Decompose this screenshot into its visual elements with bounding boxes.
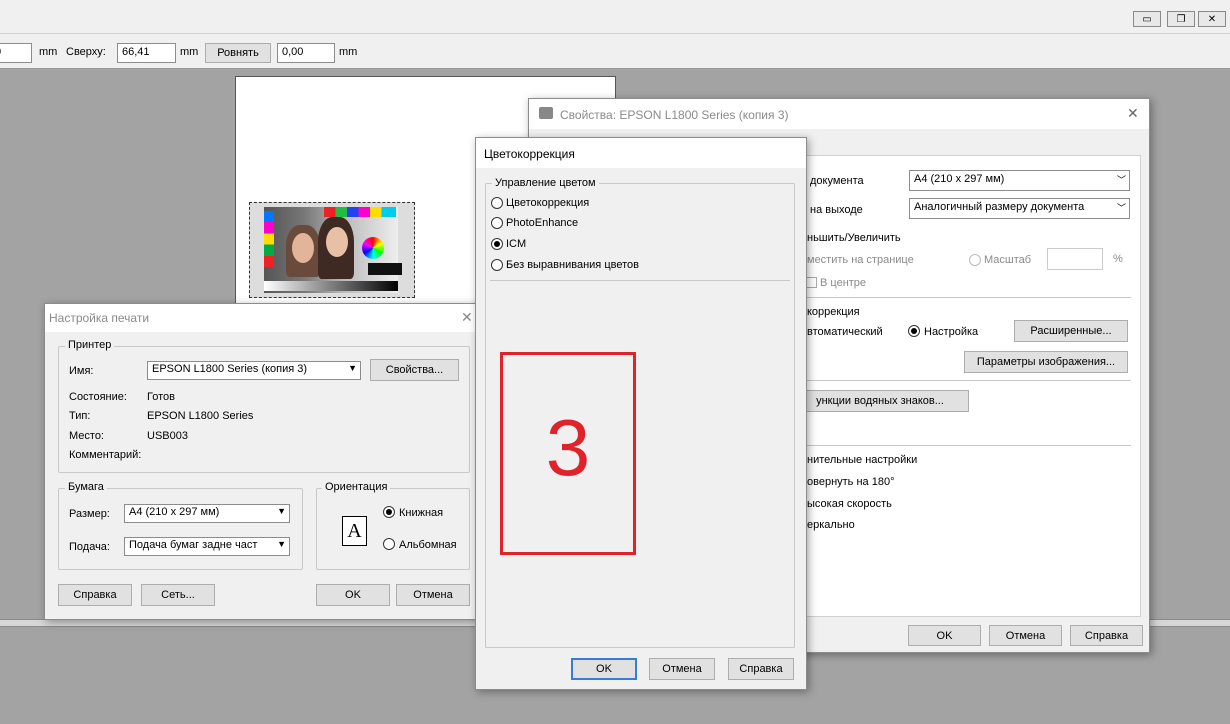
annotation-number: 3: [545, 403, 591, 492]
printer-group-title: Принтер: [65, 339, 115, 351]
output-size-select[interactable]: Аналогичный размеру документа ﹀: [909, 198, 1130, 219]
comment-label: Комментарий:: [69, 449, 142, 461]
advanced-button[interactable]: Расширенные...: [1014, 320, 1128, 342]
paper-group-title: Бумага: [65, 481, 107, 493]
printer-properties-button[interactable]: Свойства...: [370, 359, 459, 381]
portrait-label: Книжная: [399, 507, 444, 519]
image-params-button[interactable]: Параметры изображения...: [964, 351, 1128, 373]
landscape-label: Альбомная: [399, 539, 457, 551]
auto-option[interactable]: втоматический: [807, 326, 883, 338]
output-size-label: на выходе: [810, 204, 863, 216]
photoenhance-radio[interactable]: [491, 217, 503, 229]
cancel-button[interactable]: Отмена: [396, 584, 470, 606]
minimize-icon[interactable]: ▭: [1133, 11, 1161, 27]
option-label: Без выравнивания цветов: [506, 259, 639, 271]
size-label: Размер:: [69, 508, 110, 520]
top-offset-field[interactable]: 66,41: [117, 43, 176, 63]
unit-label: mm: [339, 46, 358, 58]
close-icon[interactable]: ✕: [461, 309, 473, 326]
center-checkbox[interactable]: [806, 277, 817, 288]
paper-source-select[interactable]: Подача бумаг задне част ▼: [124, 537, 290, 556]
help-button[interactable]: Справка: [728, 658, 794, 680]
print-setup-dialog: Настройка печати ✕ Принтер Имя: EPSON L1…: [44, 303, 480, 620]
color-correction-dialog: Цветокоррекция Управление цветом Цветоко…: [475, 137, 807, 690]
chevron-down-icon: ﹀: [1116, 203, 1126, 213]
unit-label: mm: [39, 46, 58, 58]
doc-size-select[interactable]: A4 (210 x 297 мм) ﹀: [909, 170, 1130, 191]
unit-label: mm: [180, 46, 199, 58]
scale-heading: ньшить/Увеличить: [807, 232, 901, 244]
properties-title: Свойства: EPSON L1800 Series (копия 3): [560, 108, 789, 122]
align-button[interactable]: Ровнять: [205, 43, 271, 63]
paper-size-select[interactable]: A4 (210 x 297 мм) ▼: [124, 504, 290, 523]
fit-page-option[interactable]: местить на странице: [807, 254, 914, 266]
option-label: PhotoEnhance: [506, 217, 579, 229]
location-label: Место:: [69, 430, 104, 442]
page-orientation-icon: A: [342, 516, 367, 546]
network-button[interactable]: Сеть...: [141, 584, 215, 606]
ok-button[interactable]: OK: [908, 625, 981, 646]
chevron-down-icon: ﹀: [1116, 175, 1126, 185]
no-color-adjust-radio[interactable]: [491, 259, 503, 271]
center-label: В центре: [820, 277, 867, 289]
source-label: Подача:: [69, 541, 110, 553]
ok-button[interactable]: OK: [316, 584, 390, 606]
chevron-down-icon: ▼: [348, 363, 357, 373]
type-label: Тип:: [69, 410, 91, 422]
ok-button[interactable]: OK: [571, 658, 637, 680]
color-correction-radio[interactable]: [491, 197, 503, 209]
doc-size-label: документа: [810, 175, 864, 187]
location-value: USB003: [147, 430, 188, 442]
extra-heading: нительные настройки: [807, 454, 918, 466]
custom-radio[interactable]: [908, 325, 920, 337]
icm-radio[interactable]: [491, 238, 503, 250]
portrait-radio[interactable]: [383, 506, 395, 518]
left-offset-field[interactable]: 0: [0, 43, 32, 63]
photo-thumbnail[interactable]: [249, 202, 415, 298]
color-heading: коррекция: [807, 306, 860, 318]
scale-spinner[interactable]: [1047, 248, 1103, 270]
chevron-down-icon: ▼: [277, 506, 286, 516]
top-label: Сверху:: [66, 46, 106, 58]
orientation-group-title: Ориентация: [322, 481, 391, 493]
scale-label: Масштаб: [984, 254, 1032, 266]
divider: [490, 280, 790, 281]
color-management-title: Управление цветом: [492, 177, 599, 189]
status-label: Состояние:: [69, 391, 127, 403]
watermark-button[interactable]: ункции водяных знаков...: [791, 390, 969, 412]
type-value: EPSON L1800 Series: [147, 410, 254, 422]
printer-icon: [539, 107, 553, 119]
high-speed-option[interactable]: ысокая скорость: [807, 498, 892, 510]
restore-icon[interactable]: ❐: [1167, 11, 1195, 27]
landscape-radio[interactable]: [383, 538, 395, 550]
help-button[interactable]: Справка: [1070, 625, 1143, 646]
chevron-down-icon: ▼: [277, 539, 286, 549]
rotate-option[interactable]: овернуть на 180°: [807, 476, 894, 488]
option-label: ICM: [506, 238, 527, 250]
print-setup-title: Настройка печати: [49, 311, 150, 325]
offset-field[interactable]: 0,00: [277, 43, 335, 63]
divider: [805, 297, 1131, 298]
help-button[interactable]: Справка: [58, 584, 132, 606]
close-icon[interactable]: ✕: [1127, 105, 1139, 122]
close-icon[interactable]: ✕: [1198, 11, 1226, 27]
option-label: Цветокоррекция: [506, 197, 590, 209]
mirror-option[interactable]: еркально: [807, 519, 855, 531]
color-dialog-title: Цветокоррекция: [484, 147, 575, 161]
divider: [805, 380, 1131, 381]
scale-radio[interactable]: [969, 254, 981, 266]
percent-label: %: [1113, 253, 1123, 265]
name-label: Имя:: [69, 365, 94, 377]
orientation-group: [316, 488, 470, 570]
paper-group: [58, 488, 303, 570]
custom-label: Настройка: [924, 326, 979, 338]
status-value: Готов: [147, 391, 175, 403]
cancel-button[interactable]: Отмена: [989, 625, 1062, 646]
app-titlebar: [0, 0, 1230, 34]
printer-name-select[interactable]: EPSON L1800 Series (копия 3) ▼: [147, 361, 361, 380]
cancel-button[interactable]: Отмена: [649, 658, 715, 680]
divider: [805, 445, 1131, 446]
